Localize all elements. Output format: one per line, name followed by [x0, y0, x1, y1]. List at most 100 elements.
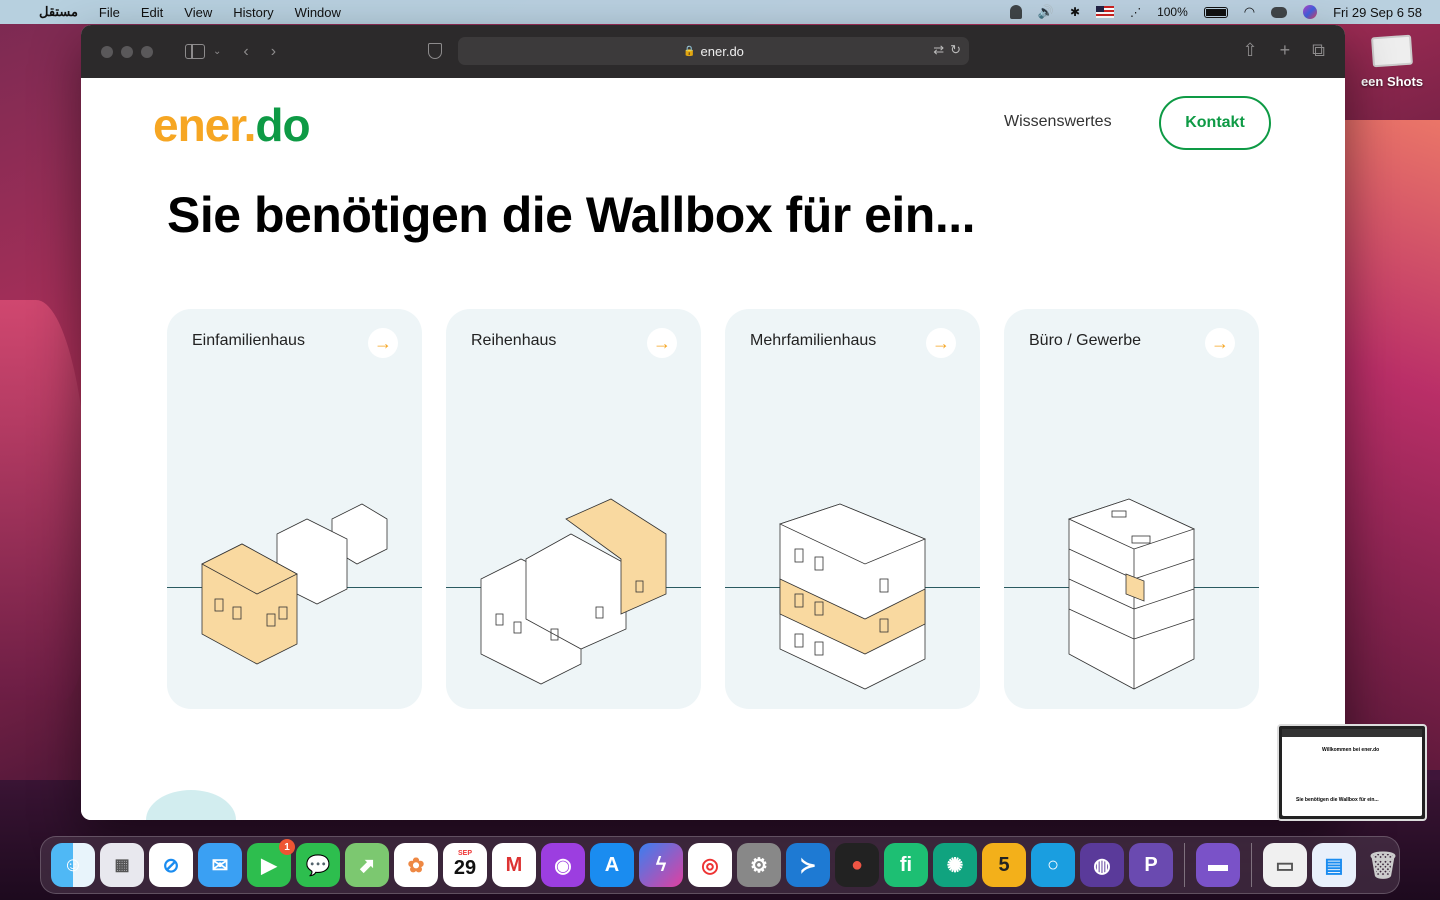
chrome-icon[interactable]: ◎	[688, 843, 732, 887]
app-menu[interactable]: مستقل	[39, 4, 78, 20]
forward-button[interactable]: ›	[271, 43, 276, 61]
wifi-icon[interactable]: ◠	[1244, 4, 1255, 20]
chatgpt-icon[interactable]: ✺	[933, 843, 977, 887]
address-bar[interactable]: 🔒 ener.do ⇄ ↻	[458, 37, 969, 65]
logo-part-do: do	[255, 99, 310, 151]
arrow-right-icon[interactable]: →	[647, 328, 677, 358]
opera-icon[interactable]: ○	[1031, 843, 1075, 887]
lock-icon: 🔒	[683, 45, 696, 57]
menu-file[interactable]: File	[99, 5, 120, 20]
logo-part-ener: ener.	[153, 99, 256, 151]
house-illustration-single	[201, 503, 388, 665]
wallpaper-shape-left	[0, 300, 90, 700]
menu-bar: مستقل File Edit View History Window 🔊 ✱ …	[0, 0, 1440, 24]
arrow-right-icon[interactable]: →	[1205, 328, 1235, 358]
translate-icon[interactable]: ⇄	[933, 42, 944, 58]
window-controls	[101, 45, 153, 58]
finder-icon[interactable]: ☺	[51, 843, 95, 887]
card-title: Reihenhaus	[471, 332, 557, 349]
decorative-circle	[146, 790, 236, 820]
menu-edit[interactable]: Edit	[141, 5, 163, 20]
facetime-icon[interactable]: ▶ 1	[247, 839, 295, 887]
input-source-flag-icon[interactable]	[1096, 6, 1115, 18]
battery-percent: 100%	[1157, 5, 1188, 19]
arrow-right-icon[interactable]: →	[368, 328, 398, 358]
card-title: Büro / Gewerbe	[1029, 332, 1142, 349]
wifi-status-icon[interactable]: ⋰	[1130, 6, 1141, 19]
desktop-folder-label: een Shots	[1360, 74, 1424, 89]
system-settings-icon[interactable]: ⚙	[737, 843, 781, 887]
maps-icon[interactable]: ⬈	[345, 843, 389, 887]
notification-badge: 1	[279, 839, 295, 855]
disk-utility-icon[interactable]: ▬	[1196, 843, 1240, 887]
desktop-screenshots-folder[interactable]: een Shots	[1344, 34, 1440, 89]
volume-icon[interactable]: 🔊	[1038, 4, 1054, 20]
preview-app-icon[interactable]: ▤	[1312, 843, 1356, 887]
nav-link-wissenswertes[interactable]: Wissenswertes	[1004, 113, 1112, 131]
minimize-window-button[interactable]	[121, 45, 133, 58]
control-center-icon[interactable]	[1271, 6, 1288, 18]
five-icon[interactable]: 5	[982, 843, 1026, 887]
card-mehrfamilienhaus[interactable]: Mehrfamilienhaus →	[725, 309, 980, 709]
trash-icon[interactable]: 🗑	[1361, 843, 1405, 887]
browser-toolbar: ⌄ ‹ › 🔒 ener.do ⇄ ↻ ⇧ + ⧉	[81, 25, 1345, 78]
house-illustration-multi	[778, 503, 927, 690]
battery-icon[interactable]	[1203, 6, 1228, 18]
podcasts-icon[interactable]: ◉	[541, 843, 585, 887]
share-icon[interactable]: ⇧	[1243, 40, 1258, 61]
new-tab-icon[interactable]: +	[1280, 40, 1291, 61]
photos-icon[interactable]: ✿	[394, 843, 438, 887]
calendar-day: 29	[453, 857, 477, 879]
browser-window: ⌄ ‹ › 🔒 ener.do ⇄ ↻ ⇧ + ⧉ ener.do Wissen…	[81, 25, 1345, 820]
back-button[interactable]: ‹	[243, 43, 248, 61]
siri-icon[interactable]	[1303, 5, 1318, 19]
house-illustration-row	[480, 498, 667, 685]
site-logo[interactable]: ener.do	[153, 98, 311, 152]
clock[interactable]: Fri 29 Sep 6 58	[1333, 5, 1422, 20]
messenger-icon[interactable]: ϟ	[639, 843, 683, 887]
card-reihenhaus[interactable]: Reihenhaus →	[446, 309, 701, 709]
building-type-cards: Einfamilienhaus → Reihenhaus → Mehrfamil…	[167, 309, 1259, 709]
card-buero-gewerbe[interactable]: Büro / Gewerbe →	[1004, 309, 1259, 709]
bluetooth-icon[interactable]: ✱	[1070, 5, 1080, 19]
menu-history[interactable]: History	[233, 5, 273, 20]
app-store-icon[interactable]: A	[590, 843, 634, 887]
zoom-window-button[interactable]	[141, 45, 153, 58]
card-einfamilienhaus[interactable]: Einfamilienhaus →	[167, 309, 422, 709]
launchpad-icon[interactable]: ▦	[100, 843, 144, 887]
card-title: Mehrfamilienhaus	[750, 332, 877, 349]
protonvpn-icon[interactable]: P	[1129, 843, 1173, 887]
office-illustration	[1067, 498, 1196, 690]
chevron-down-icon[interactable]: ⌄	[213, 46, 221, 57]
arrow-right-icon[interactable]: →	[926, 328, 956, 358]
url-text: ener.do	[700, 43, 744, 59]
wallpaper-shape-right	[1340, 120, 1440, 770]
sidebar-toggle-icon[interactable]	[185, 44, 205, 59]
fiverr-icon[interactable]: fi	[884, 843, 928, 887]
reload-icon[interactable]: ↻	[950, 42, 961, 58]
calendar-icon[interactable]: SEP 29	[443, 843, 487, 887]
web-page: ener.do Wissenswertes Kontakt Sie benöti…	[81, 78, 1345, 820]
close-window-button[interactable]	[101, 45, 113, 58]
vscode-icon[interactable]: ≻	[786, 843, 830, 887]
menu-view[interactable]: View	[184, 5, 212, 20]
tab-overview-icon[interactable]: ⧉	[1312, 40, 1325, 61]
page-headline: Sie benötigen die Wallbox für ein...	[167, 187, 976, 243]
user-icon[interactable]	[1009, 5, 1022, 19]
screenshot-preview[interactable]: Willkommen bei ener.do Sie benötigen die…	[1277, 724, 1427, 821]
mail-icon[interactable]: ✉	[198, 843, 242, 887]
messages-icon[interactable]: 💬	[296, 843, 340, 887]
safari-icon[interactable]: ⊘	[149, 843, 193, 887]
gmail-icon[interactable]: M	[492, 843, 536, 887]
proton-icon[interactable]: ◍	[1080, 843, 1124, 887]
dock-separator	[1184, 843, 1185, 887]
preview-headline: Sie benötigen die Wallbox für ein...	[1296, 797, 1379, 803]
dock-separator	[1251, 843, 1252, 887]
dock: ☺ ▦ ⊘ ✉ ▶ 1 💬 ⬈ ✿ SEP 29 M ◉ A ϟ ◎ ⚙ ≻ ● f…	[40, 836, 1400, 894]
menu-window[interactable]: Window	[295, 5, 341, 20]
privacy-shield-icon[interactable]	[428, 43, 442, 59]
calendar-month: SEP	[457, 850, 472, 857]
contact-button[interactable]: Kontakt	[1159, 96, 1271, 150]
finder-windows-icon[interactable]: ▭	[1263, 843, 1307, 887]
record-icon[interactable]: ●	[835, 843, 879, 887]
